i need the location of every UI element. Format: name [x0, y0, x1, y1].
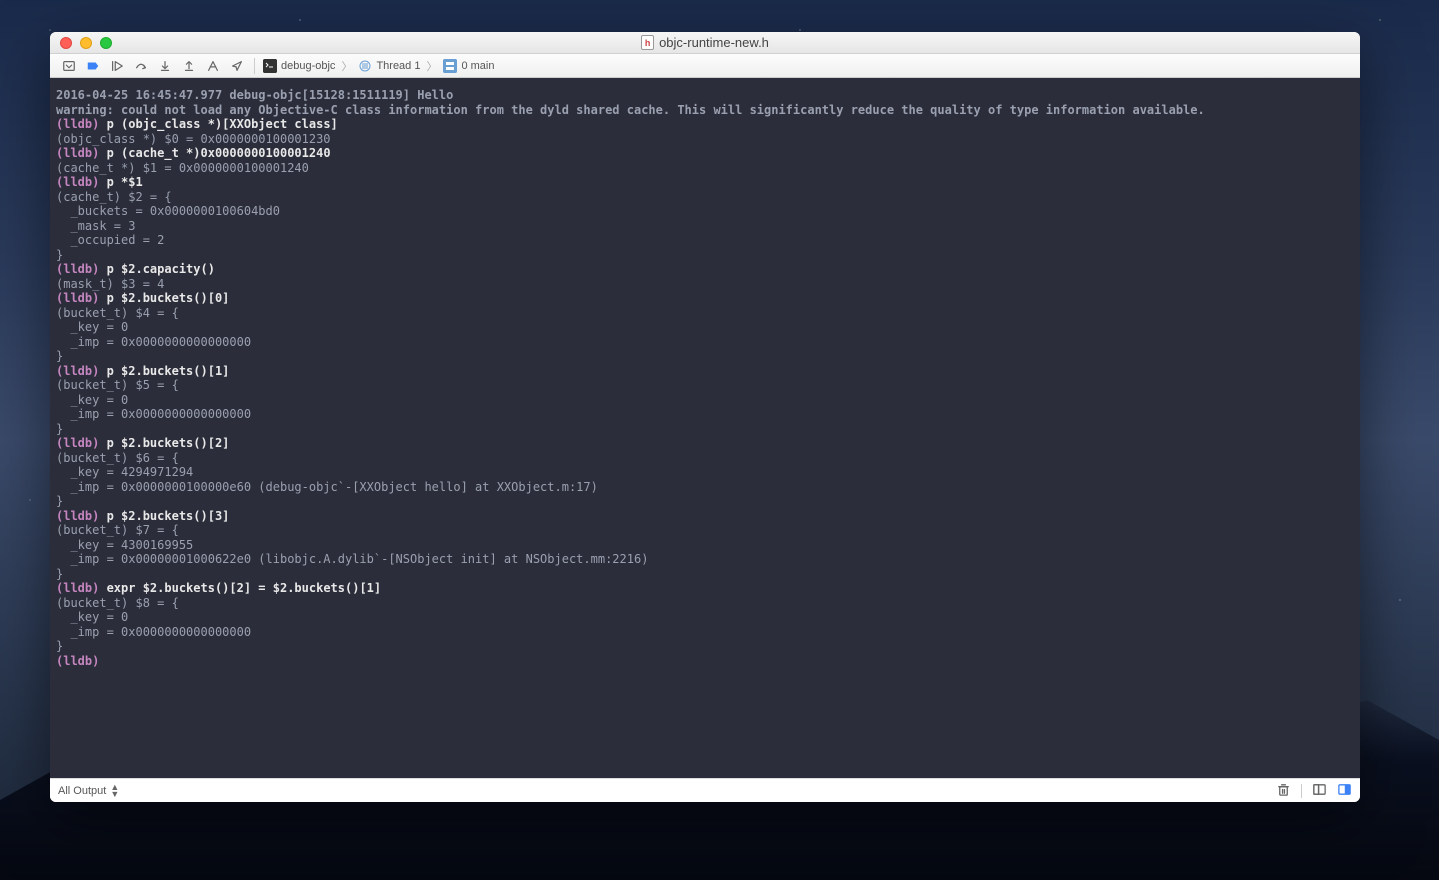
breadcrumb-process[interactable]: debug-objc: [261, 57, 337, 75]
step-into-button[interactable]: [154, 57, 176, 75]
console-line: (lldb) p $2.buckets()[0]: [56, 291, 1354, 306]
close-button[interactable]: [60, 37, 72, 49]
output-filter-menu[interactable]: All Output ▲▼: [58, 784, 119, 798]
console-line: (lldb) p (objc_class *)[XXObject class]: [56, 117, 1354, 132]
console-line: _mask = 3: [56, 219, 1354, 234]
console-line: _imp = 0x0000000000000000: [56, 625, 1354, 640]
lldb-prompt: (lldb): [56, 291, 107, 305]
zoom-button[interactable]: [100, 37, 112, 49]
console-line: (bucket_t) $7 = {: [56, 523, 1354, 538]
console-line: (lldb) expr $2.buckets()[2] = $2.buckets…: [56, 581, 1354, 596]
console-line: }: [56, 422, 1354, 437]
console-line: _imp = 0x0000000000000000: [56, 335, 1354, 350]
updown-icon: ▲▼: [110, 784, 119, 798]
console-line: (lldb) p $2.buckets()[2]: [56, 436, 1354, 451]
console-line: (bucket_t) $6 = {: [56, 451, 1354, 466]
console-line: (cache_t) $2 = {: [56, 190, 1354, 205]
chevron-right-icon: 〉: [424, 58, 439, 74]
console-line: _occupied = 2: [56, 233, 1354, 248]
minimize-button[interactable]: [80, 37, 92, 49]
window-title: h objc-runtime-new.h: [50, 35, 1360, 50]
lldb-command: p (objc_class *)[XXObject class]: [107, 117, 338, 131]
breadcrumb-process-label: debug-objc: [281, 60, 335, 72]
breadcrumb-thread-label: Thread 1: [376, 60, 420, 72]
traffic-lights: [50, 37, 112, 49]
lldb-command: p $2.capacity(): [107, 262, 215, 276]
console-line: _imp = 0x0000000100000e60 (debug-objc`-[…: [56, 480, 1354, 495]
console-line: (lldb) p $2.buckets()[3]: [56, 509, 1354, 524]
console-line: _key = 0: [56, 610, 1354, 625]
console-line: _key = 4300169955: [56, 538, 1354, 553]
console-line: }: [56, 248, 1354, 263]
window-title-text: objc-runtime-new.h: [659, 35, 769, 50]
console-line: }: [56, 494, 1354, 509]
debug-toolbar: debug-objc 〉 Thread 1 〉 0 main: [50, 54, 1360, 78]
console-line: _imp = 0x0000000000000000: [56, 407, 1354, 422]
lldb-command: p $2.buckets()[3]: [107, 509, 230, 523]
footer-separator: [1301, 784, 1302, 798]
hide-debug-area-button[interactable]: [58, 57, 80, 75]
console-line: _key = 0: [56, 393, 1354, 408]
breadcrumb-thread[interactable]: Thread 1: [356, 57, 422, 75]
console-line: warning: could not load any Objective-C …: [56, 103, 1354, 118]
console-line: (bucket_t) $4 = {: [56, 306, 1354, 321]
output-filter-label: All Output: [58, 785, 106, 797]
breadcrumb-frame[interactable]: 0 main: [441, 57, 496, 75]
console-line: (cache_t *) $1 = 0x0000000100001240: [56, 161, 1354, 176]
debug-view-hierarchy-button[interactable]: [202, 57, 224, 75]
lldb-prompt: (lldb): [56, 175, 107, 189]
console-line: _buckets = 0x0000000100604bd0: [56, 204, 1354, 219]
chevron-right-icon: 〉: [339, 58, 354, 74]
terminal-icon: [263, 59, 277, 73]
console-line: (lldb) p *$1: [56, 175, 1354, 190]
console-line: (bucket_t) $5 = {: [56, 378, 1354, 393]
lldb-command: p $2.buckets()[1]: [107, 364, 230, 378]
lldb-prompt: (lldb): [56, 262, 107, 276]
toolbar-separator: [254, 58, 255, 74]
console-line: (mask_t) $3 = 4: [56, 277, 1354, 292]
console-line: (lldb) p (cache_t *)0x0000000100001240: [56, 146, 1354, 161]
console-line: 2016-04-25 16:45:47.977 debug-objc[15128…: [56, 88, 1354, 103]
breadcrumb-frame-label: 0 main: [461, 60, 494, 72]
console-line: }: [56, 349, 1354, 364]
console-line: _key = 0: [56, 320, 1354, 335]
stackframe-icon: [443, 59, 457, 73]
lldb-prompt: (lldb): [56, 654, 107, 668]
step-out-button[interactable]: [178, 57, 200, 75]
console-line: (lldb): [56, 654, 1354, 669]
console-line: (lldb) p $2.capacity(): [56, 262, 1354, 277]
step-over-button[interactable]: [130, 57, 152, 75]
lldb-prompt: (lldb): [56, 436, 107, 450]
breakpoints-button[interactable]: [82, 57, 104, 75]
console-line: _key = 4294971294: [56, 465, 1354, 480]
console-line: _imp = 0x00000001000622e0 (libobjc.A.dyl…: [56, 552, 1354, 567]
lldb-prompt: (lldb): [56, 581, 107, 595]
lldb-command: p $2.buckets()[0]: [107, 291, 230, 305]
console-line: (bucket_t) $8 = {: [56, 596, 1354, 611]
show-variables-view-button[interactable]: [1312, 782, 1327, 800]
lldb-command: expr $2.buckets()[2] = $2.buckets()[1]: [107, 581, 382, 595]
show-console-view-button[interactable]: [1337, 782, 1352, 800]
xcode-window: h objc-runtime-new.h: [50, 32, 1360, 802]
lldb-prompt: (lldb): [56, 146, 107, 160]
console-line: }: [56, 639, 1354, 654]
console-footer: All Output ▲▼: [50, 778, 1360, 802]
console-line: (lldb) p $2.buckets()[1]: [56, 364, 1354, 379]
lldb-console[interactable]: 2016-04-25 16:45:47.977 debug-objc[15128…: [50, 78, 1360, 778]
console-line: (objc_class *) $0 = 0x0000000100001230: [56, 132, 1354, 147]
lldb-command: p (cache_t *)0x0000000100001240: [107, 146, 331, 160]
titlebar[interactable]: h objc-runtime-new.h: [50, 32, 1360, 54]
thread-icon: [358, 59, 372, 73]
lldb-prompt: (lldb): [56, 117, 107, 131]
lldb-command: p *$1: [107, 175, 143, 189]
continue-button[interactable]: [106, 57, 128, 75]
simulate-location-button[interactable]: [226, 57, 248, 75]
clear-console-button[interactable]: [1276, 782, 1291, 800]
lldb-prompt: (lldb): [56, 509, 107, 523]
lldb-prompt: (lldb): [56, 364, 107, 378]
lldb-command: p $2.buckets()[2]: [107, 436, 230, 450]
console-line: }: [56, 567, 1354, 582]
header-file-icon: h: [641, 35, 654, 50]
